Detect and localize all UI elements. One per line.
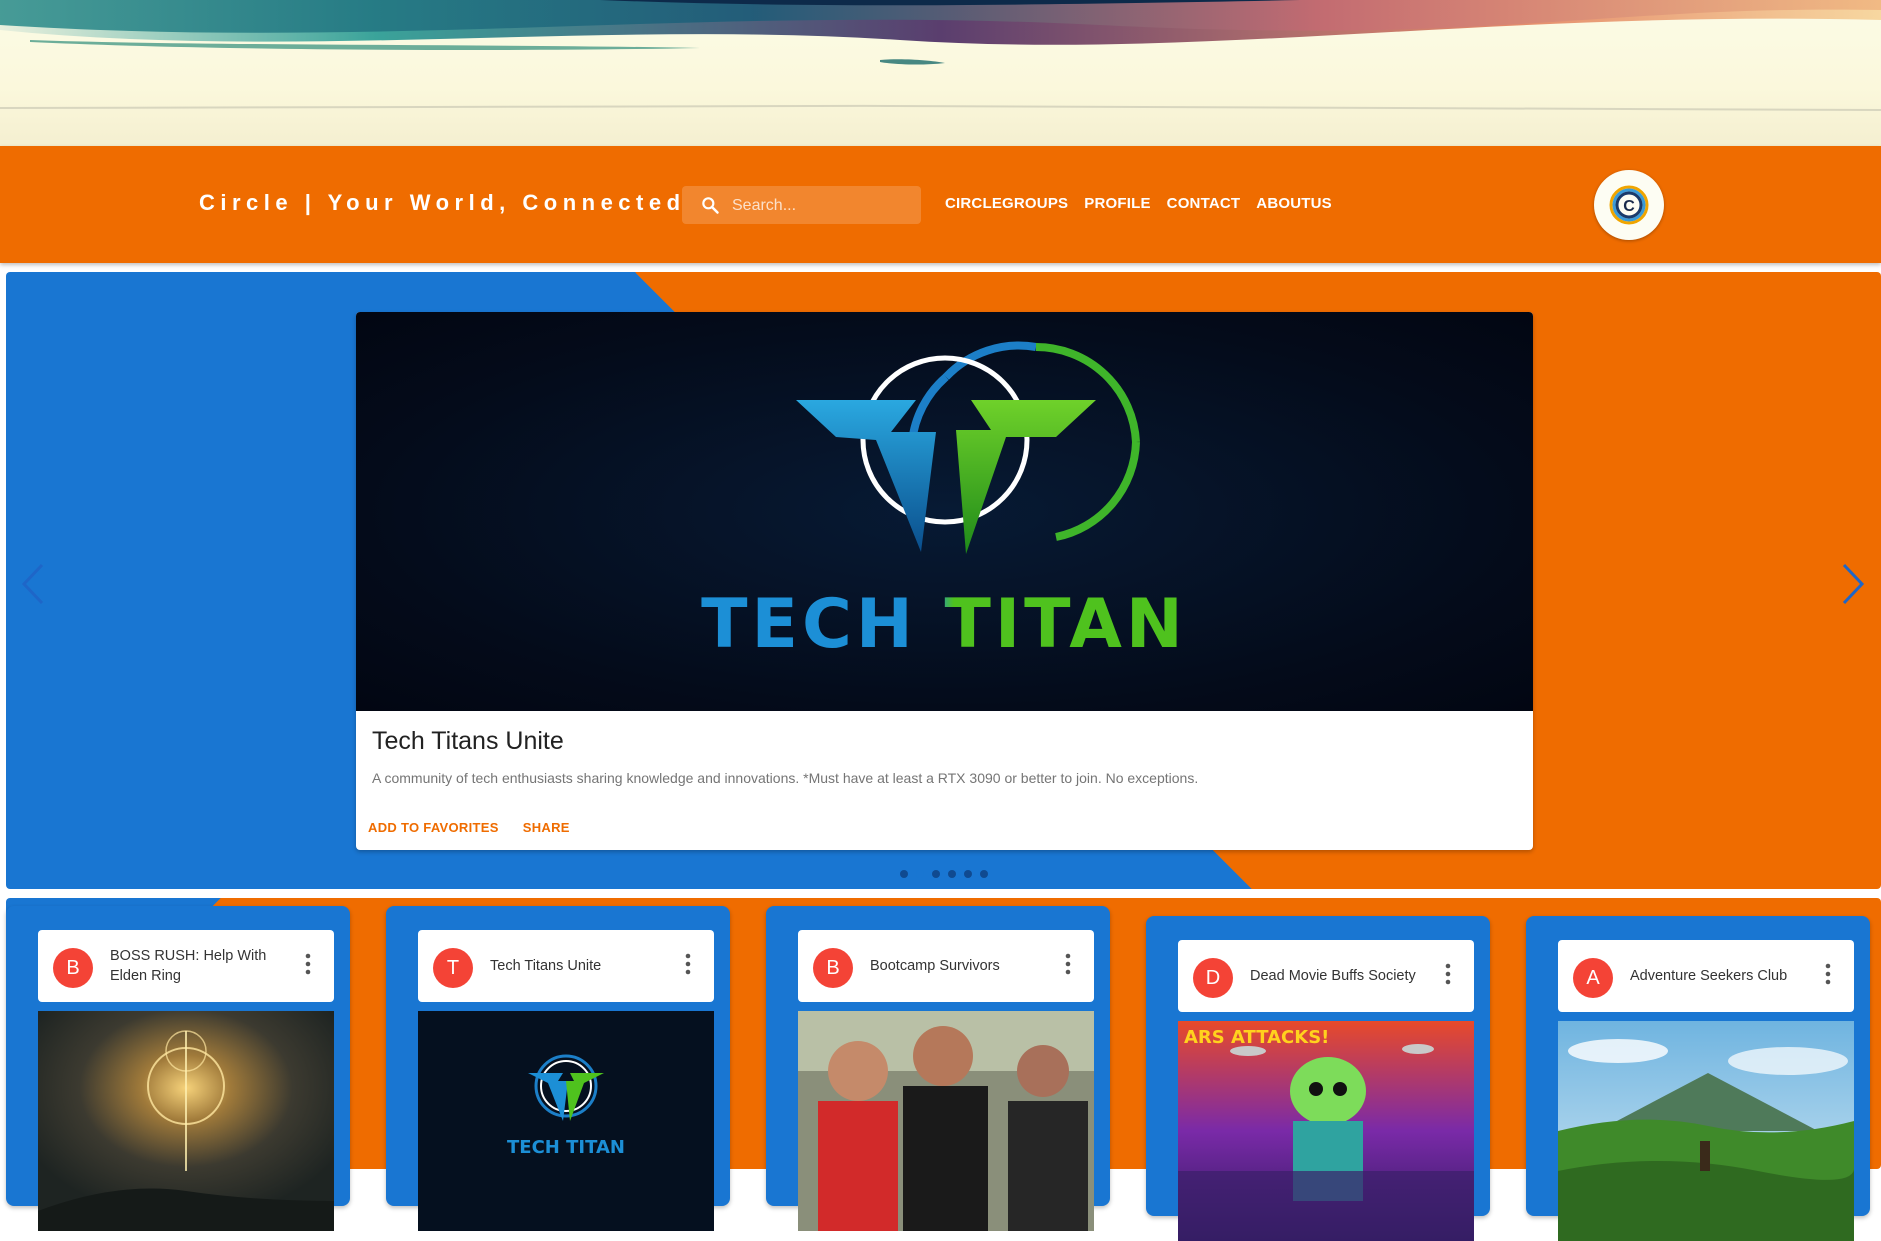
logo-letter: C [1623,198,1635,215]
group-card-title[interactable]: Dead Movie Buffs Society [1250,956,1420,996]
group-card[interactable]: T Tech Titans Unite TECH TITAN [386,906,730,1231]
search-box[interactable] [682,186,921,226]
mountain-landscape-photo [1558,1021,1854,1241]
nav-links: CIRCLEGROUPS PROFILE CONTACT ABOUTUS [945,195,1332,212]
group-card-title[interactable]: Tech Titans Unite [490,946,660,986]
nav-link-contact[interactable]: CONTACT [1167,195,1241,212]
group-card[interactable]: D Dead Movie Buffs Society ARS ATTACKS! [1146,916,1490,1241]
tech-titan-logo: TECH TITAN [701,341,1187,664]
brand-title[interactable]: Circle | Your World, Connected [199,190,686,216]
group-card-image [798,1011,1094,1231]
group-card-title[interactable]: Adventure Seekers Club [1630,956,1800,996]
group-avatar: B [813,948,853,988]
circle-logo-icon: C [1609,185,1649,225]
group-card[interactable]: A Adventure Seekers Club [1526,916,1870,1241]
featured-group-description: A community of tech enthusiasts sharing … [372,770,1199,786]
group-avatar: D [1193,958,1233,998]
svg-text:TECH TITAN: TECH TITAN [701,585,1187,664]
carousel-dot-active[interactable] [916,870,924,878]
group-card-title[interactable]: BOSS RUSH: Help With Elden Ring [110,946,280,986]
elden-ring-artwork [38,1011,334,1231]
featured-group-card[interactable]: TECH TITAN Tech Titans Unite A community… [356,312,1533,850]
group-card-header: T Tech Titans Unite [418,930,714,1002]
group-card-image [38,1011,334,1231]
banner-artwork [0,0,1881,111]
more-vert-icon[interactable] [684,952,692,976]
mars-attacks-poster: ARS ATTACKS! [1178,1021,1474,1241]
group-avatar: A [1573,958,1613,998]
user-avatar-button[interactable]: C [1594,170,1664,240]
more-vert-icon[interactable] [304,952,312,976]
featured-group-title: Tech Titans Unite [372,727,564,755]
group-card-header: D Dead Movie Buffs Society [1178,940,1474,1012]
carousel-next-arrow-icon[interactable] [1832,559,1872,609]
top-banner-image [0,0,1881,146]
carousel-dot[interactable] [980,870,988,878]
bootcamp-photo [798,1011,1094,1231]
nav-link-profile[interactable]: PROFILE [1084,195,1150,212]
add-to-favorites-button[interactable]: ADD TO FAVORITES [368,820,499,835]
tech-titan-thumbnail: TECH TITAN [418,1011,714,1231]
svg-text:TECH TITAN: TECH TITAN [507,1137,625,1158]
group-card-header: B Bootcamp Survivors [798,930,1094,1002]
group-card-image [1558,1021,1854,1241]
carousel-dot[interactable] [932,870,940,878]
group-card-title[interactable]: Bootcamp Survivors [870,946,1040,986]
search-input[interactable] [730,186,919,226]
carousel-dot[interactable] [964,870,972,878]
more-vert-icon[interactable] [1824,962,1832,986]
group-card-header: A Adventure Seekers Club [1558,940,1854,1012]
carousel-indicators [900,870,988,878]
top-navbar: Circle | Your World, Connected CIRCLEGRO… [0,146,1881,263]
group-avatar: B [53,948,93,988]
group-card[interactable]: B BOSS RUSH: Help With Elden Ring [6,906,350,1231]
svg-text:ARS ATTACKS!: ARS ATTACKS! [1184,1027,1329,1048]
carousel-dot[interactable] [948,870,956,878]
group-card-image: TECH TITAN [418,1011,714,1231]
featured-card-actions: ADD TO FAVORITES SHARE [368,820,570,835]
group-card-image: ARS ATTACKS! [1178,1021,1474,1241]
more-vert-icon[interactable] [1064,952,1072,976]
featured-group-image: TECH TITAN [356,312,1533,711]
carousel-prev-arrow-icon[interactable] [14,559,54,609]
group-card-header: B BOSS RUSH: Help With Elden Ring [38,930,334,1002]
more-vert-icon[interactable] [1444,962,1452,986]
group-avatar: T [433,948,473,988]
search-icon [702,197,719,214]
share-button[interactable]: SHARE [523,820,570,835]
hero-carousel: TECH TITAN Tech Titans Unite A community… [6,272,1881,889]
nav-link-aboutus[interactable]: ABOUTUS [1256,195,1332,212]
group-card[interactable]: B Bootcamp Survivors [766,906,1110,1231]
nav-link-circlegroups[interactable]: CIRCLEGROUPS [945,195,1068,212]
carousel-dot[interactable] [900,870,908,878]
